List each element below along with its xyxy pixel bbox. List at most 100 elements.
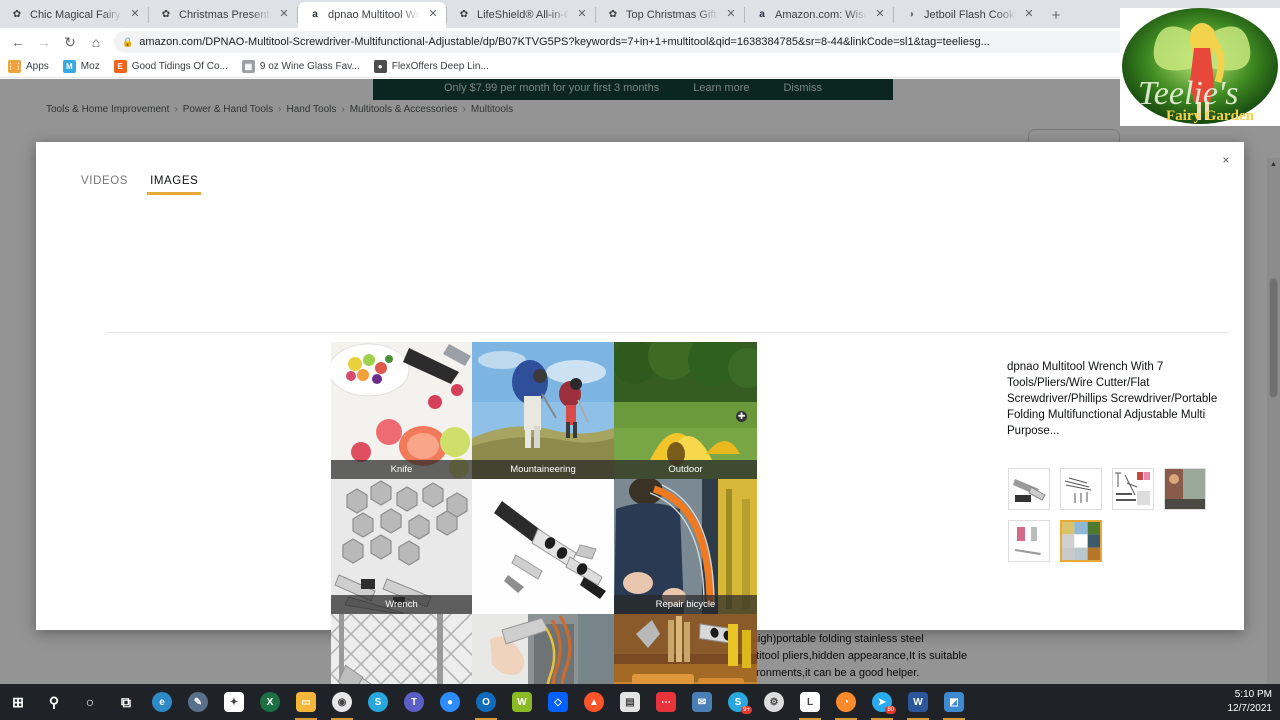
telegram-icon[interactable]: ➤ 80 — [864, 684, 900, 720]
photo-app-icon[interactable]: ◩ — [936, 684, 972, 720]
tab-close-icon[interactable]: ✕ — [128, 8, 142, 22]
bookmark-label: Good Tidings Of Co... — [131, 61, 228, 72]
cortana-icon-glyph: ○ — [85, 694, 95, 710]
modal-tab-videos[interactable]: VIDEOS — [70, 168, 139, 194]
media-gallery-modal: × VIDEOS IMAGES Knife Mountaineering Out… — [36, 142, 1244, 720]
bookmark-0[interactable]: ⋮⋮ Apps — [7, 60, 49, 73]
file-explorer-icon[interactable]: ▭ — [288, 684, 324, 720]
address-bar-url: amazon.com/DPNAO-Multitool-Screwdriver-M… — [139, 36, 990, 48]
forward-button[interactable]: → — [32, 30, 56, 54]
thumbnail-collage[interactable] — [1060, 520, 1102, 562]
home-button[interactable]: ⌂ — [84, 30, 108, 54]
dropbox-icon-glyph: ◇ — [548, 692, 568, 712]
browser-tab-5[interactable]: a Amazon.com: Wise Ow ✕ — [745, 2, 893, 28]
photos-icon[interactable]: ✦ — [216, 684, 252, 720]
store-icon[interactable]: ▤ — [612, 684, 648, 720]
wordpress-icon-glyph: W — [512, 692, 532, 712]
thumbnail-spec-diagram[interactable] — [1112, 468, 1154, 510]
back-button[interactable]: ← — [6, 30, 30, 54]
excel-icon[interactable]: X — [252, 684, 288, 720]
lastpass-icon[interactable]: L — [792, 684, 828, 720]
grid-image-mountaineering[interactable]: Mountaineering — [472, 342, 614, 479]
thumbnail-product-photo[interactable] — [1008, 468, 1050, 510]
tab-close-icon[interactable]: ✕ — [724, 8, 738, 22]
browser-tab-6[interactable]: ◑ Jetboil Flash Cooking S ✕ — [894, 2, 1042, 28]
notification-badge: 80 — [885, 706, 896, 714]
tab-close-icon[interactable]: ✕ — [1022, 8, 1036, 22]
chrome-icon[interactable]: ◉ — [324, 684, 360, 720]
browser-tab-0[interactable]: ✿ Chic Magical Fairy - Gi... ✕ — [0, 2, 148, 28]
mail-icon[interactable]: ✉ — [684, 684, 720, 720]
bookmark-3[interactable]: ▦ 9 oz Wine Glass Fav... — [241, 60, 360, 73]
bookmark-1[interactable]: M Moz — [62, 60, 100, 73]
tab-close-icon[interactable]: ✕ — [575, 8, 589, 22]
search-icon-glyph: ⚲ — [48, 693, 60, 710]
teams-icon[interactable]: T — [396, 684, 432, 720]
grid-image-product[interactable] — [472, 479, 614, 614]
paint-icon[interactable]: ✎ — [180, 684, 216, 720]
thumbnail-lifestyle-photo[interactable] — [1164, 468, 1206, 510]
brave-icon[interactable]: ▲ — [576, 684, 612, 720]
svg-text:Teelie's: Teelie's — [1138, 75, 1238, 112]
browser-tab-title: Top Christmas Gifts for — [626, 9, 718, 21]
thumbnail-line-drawing[interactable] — [1060, 468, 1102, 510]
thumbnail-detail-photo[interactable] — [1008, 520, 1050, 562]
skype-icon-glyph: S — [368, 692, 388, 712]
modal-tab-images[interactable]: IMAGES — [139, 168, 209, 195]
store-icon-glyph: ▤ — [620, 692, 640, 712]
browser-tab-2[interactable]: a dpnao Multitool Wren... ✕ — [298, 2, 446, 28]
lock-icon: 🔒 — [122, 36, 134, 47]
skype-icon[interactable]: S — [360, 684, 396, 720]
browser-tab-1[interactable]: ✿ Christmas Presents Pre... ✕ — [149, 2, 297, 28]
fairy-icon: ✿ — [161, 9, 171, 20]
browser-tab-title: dpnao Multitool Wren... — [328, 9, 420, 21]
bookmark-label: Apps — [26, 61, 49, 72]
zoom-app-icon[interactable]: ● — [432, 684, 468, 720]
grid-image-wrench[interactable]: Wrench — [331, 479, 472, 614]
wordpress-icon[interactable]: W — [504, 684, 540, 720]
grid-caption: Mountaineering — [472, 460, 614, 479]
brave-icon-glyph: ▲ — [584, 692, 604, 712]
paint-icon-glyph: ✎ — [188, 692, 208, 712]
clock-time: 5:10 PM — [1234, 689, 1272, 700]
grid-image-knife[interactable]: Knife — [331, 342, 472, 479]
teams-icon-glyph: T — [404, 692, 424, 712]
dropbox-icon[interactable]: ◇ — [540, 684, 576, 720]
search-icon[interactable]: ⚲ — [36, 684, 72, 720]
browser-tab-3[interactable]: ✿ LifeShield® All-in-One ✕ — [447, 2, 595, 28]
notes-icon[interactable]: ⋯ — [648, 684, 684, 720]
clock[interactable]: 5:10 PM 12/7/2021 — [1228, 688, 1273, 716]
skype-badge-icon[interactable]: S 9+ — [720, 684, 756, 720]
bookmark-4[interactable]: ● FlexOffers Deep Lin... — [373, 60, 489, 73]
amazon-icon: a — [759, 9, 765, 20]
new-tab-button[interactable]: + — [1042, 2, 1070, 28]
tab-close-icon[interactable]: ✕ — [873, 8, 887, 22]
cortana-icon[interactable]: ○ — [72, 684, 108, 720]
start-button[interactable]: ⊞ — [0, 684, 36, 720]
reload-button[interactable]: ↻ — [58, 30, 82, 54]
close-icon[interactable]: × — [1218, 152, 1234, 168]
amazon-icon: a — [312, 9, 318, 20]
grid-image-outdoor[interactable]: Outdoor — [614, 342, 757, 479]
fairy-icon: ✿ — [12, 9, 22, 20]
browser-tab-title: Jetboil Flash Cooking S — [924, 9, 1016, 21]
firefox-icon-glyph: ◔ — [836, 692, 856, 712]
firefox-icon[interactable]: ◔ — [828, 684, 864, 720]
address-bar[interactable]: 🔒 amazon.com/DPNAO-Multitool-Screwdriver… — [114, 31, 1200, 53]
grid-image-repair-bicycle[interactable]: Repair bicycle — [614, 479, 757, 614]
grid-caption: Repair bicycle — [614, 595, 757, 614]
word-icon[interactable]: W — [900, 684, 936, 720]
zoom-in-icon[interactable]: ✚ — [736, 411, 747, 422]
outlook-icon[interactable]: O — [468, 684, 504, 720]
bookmark-2[interactable]: E Good Tidings Of Co... — [113, 60, 228, 73]
browser-tab-title: Amazon.com: Wise Ow — [775, 9, 867, 21]
edge-icon[interactable]: e — [144, 684, 180, 720]
excel-icon-glyph: X — [260, 692, 280, 712]
task-view-icon[interactable]: ⧉ — [108, 684, 144, 720]
screen: ✿ Chic Magical Fairy - Gi... ✕ ✿ Christmas P… — [0, 0, 1280, 720]
tab-close-icon[interactable]: ✕ — [277, 8, 291, 22]
modal-tab-bar: VIDEOS IMAGES — [70, 168, 1192, 195]
browser-tab-4[interactable]: ✿ Top Christmas Gifts for ✕ — [596, 2, 744, 28]
tab-close-icon[interactable]: ✕ — [426, 8, 440, 22]
settings-gear-icon[interactable]: ⚙ — [756, 684, 792, 720]
